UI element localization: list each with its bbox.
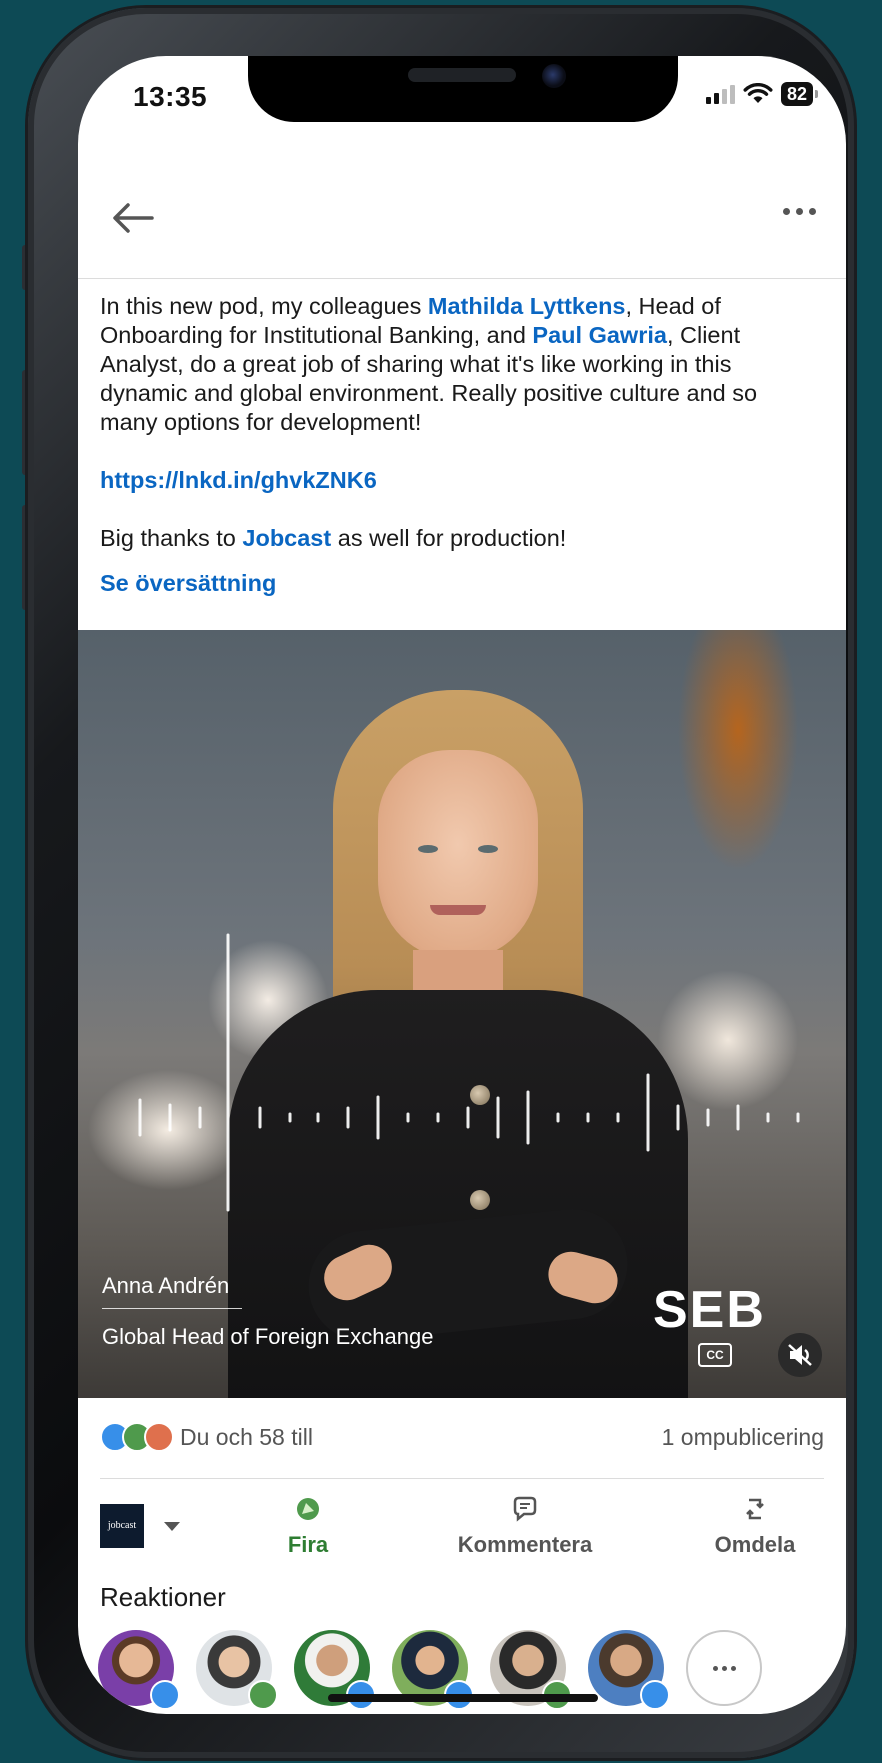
like-badge-icon [150, 1680, 180, 1710]
more-reactors-button[interactable] [686, 1630, 762, 1706]
chevron-down-icon[interactable] [164, 1522, 180, 1531]
celebrate-label: Fira [287, 1532, 329, 1557]
comment-label: Kommentera [457, 1532, 593, 1557]
post-text-segment: as well for production! [331, 525, 567, 551]
comment-button[interactable]: Kommentera [440, 1494, 610, 1558]
cellular-signal-icon [705, 84, 735, 104]
mention-mathilda[interactable]: Mathilda Lyttkens [428, 293, 626, 319]
celebrate-badge-icon [248, 1680, 278, 1710]
phone-screen: 13:35 82 In this new pod, my colleagues … [78, 56, 846, 1714]
back-arrow-icon[interactable] [108, 198, 158, 238]
see-translation-link[interactable]: Se översättning [100, 570, 276, 597]
wifi-icon [743, 83, 773, 103]
muted-speaker-icon[interactable] [778, 1333, 822, 1377]
post-text-segment: Big thanks to [100, 525, 243, 551]
reactions-summary[interactable]: Du och 58 till [180, 1424, 313, 1451]
status-time: 13:35 [133, 81, 208, 112]
post-actions-bar: jobcast Fira Kommentera Omdela [78, 1488, 846, 1578]
reposts-count[interactable]: 1 ompublicering [662, 1424, 824, 1451]
share-label: Omdela [714, 1532, 796, 1557]
speaker-name: Anna Andrén [102, 1273, 230, 1298]
post-paragraph: In this new pod, my colleagues Mathilda … [100, 292, 820, 437]
post-header-bar [78, 168, 846, 279]
post-body: In this new pod, my colleagues Mathilda … [100, 292, 820, 553]
battery-level: 82 [780, 82, 813, 106]
post-url-link[interactable]: https://lnkd.in/ghvkZNK6 [100, 467, 377, 493]
mention-jobcast[interactable]: Jobcast [242, 525, 331, 551]
comment-icon [513, 1496, 537, 1522]
name-divider [102, 1308, 242, 1309]
more-options-icon[interactable] [783, 208, 816, 215]
celebrate-icon [297, 1498, 319, 1520]
like-badge-icon [640, 1680, 670, 1710]
earpiece-speaker [408, 68, 516, 82]
battery-tip [815, 90, 818, 98]
share-button[interactable]: Omdela [690, 1494, 820, 1558]
video-player[interactable]: Anna Andrén Global Head of Foreign Excha… [78, 630, 846, 1398]
divider [100, 1478, 824, 1479]
seb-logo: SEB [653, 1281, 766, 1339]
reactor-avatar[interactable] [98, 1630, 180, 1710]
repost-icon [746, 1498, 764, 1520]
phone-notch [248, 56, 678, 122]
love-reaction-icon [144, 1422, 174, 1452]
jobcast-avatar[interactable]: jobcast [100, 1504, 144, 1548]
post-text-segment: In this new pod, my colleagues [100, 293, 428, 319]
front-camera [542, 64, 566, 88]
speaker-title: Global Head of Foreign Exchange [102, 1324, 434, 1349]
reactions-title: Reaktioner [100, 1582, 226, 1612]
social-counts[interactable]: Du och 58 till 1 ompublicering [100, 1414, 824, 1464]
reactor-avatar[interactable] [588, 1630, 670, 1710]
closed-captions-icon[interactable]: CC [698, 1343, 732, 1367]
status-icons: 82 [705, 82, 818, 106]
reactor-avatar[interactable] [196, 1630, 278, 1710]
home-indicator[interactable] [328, 1694, 598, 1702]
mention-paul[interactable]: Paul Gawria [532, 322, 667, 348]
celebrate-button[interactable]: Fira [248, 1494, 368, 1558]
reaction-icons [100, 1422, 174, 1452]
